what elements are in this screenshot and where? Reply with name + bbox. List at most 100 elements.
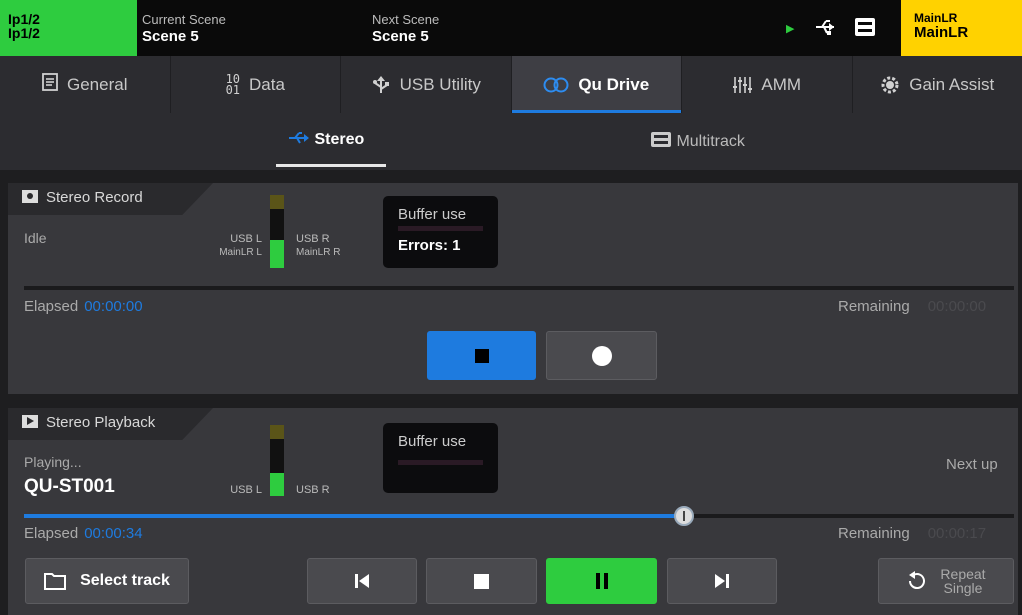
record-errors: Errors: 1 (398, 237, 461, 254)
next-up-label: Next up (946, 456, 998, 473)
record-meter-left-label1: USB L (230, 233, 262, 245)
subtab-multitrack[interactable]: Multitrack (650, 131, 745, 151)
tab-data[interactable]: 10 01 Data (171, 56, 341, 113)
record-meter-right-label1: USB R (296, 233, 330, 245)
record-meter-left (270, 195, 277, 268)
tab-usb-utility-label: USB Utility (399, 74, 481, 94)
record-status: Idle (24, 230, 47, 246)
repeat-icon (909, 571, 926, 590)
sub-tabs: Stereo Multitrack (0, 113, 1022, 170)
playback-meter-right-label: USB R (296, 484, 330, 496)
current-scene-label: Current Scene (142, 12, 226, 27)
skip-previous-icon (355, 574, 369, 588)
stereo-record-title: Stereo Record (46, 189, 143, 206)
playback-buffer-label: Buffer use (398, 433, 467, 450)
mix-indicator[interactable]: MainLR MainLR (901, 0, 1022, 56)
current-scene-value: Scene 5 (142, 28, 199, 45)
select-track-label: Select track (80, 572, 170, 589)
previous-track-button[interactable] (307, 558, 417, 604)
folder-icon (44, 573, 67, 590)
pause-icon (595, 573, 608, 589)
playback-meter-left-label: USB L (230, 484, 262, 496)
qu-drive-icon (543, 77, 569, 92)
layer-indicator[interactable]: Ip1/2 Ip1/2 (0, 0, 137, 56)
select-track-button[interactable]: Select track (25, 558, 189, 604)
document-icon (42, 73, 58, 96)
amm-icon (733, 76, 753, 93)
stereo-record-panel: Stereo Record Idle USB L MainLR L USB R … (8, 183, 1018, 394)
subtab-multitrack-label: Multitrack (676, 133, 745, 150)
repeat-label-line2: Single (943, 580, 983, 596)
stereo-playback-header: Stereo Playback (8, 408, 213, 440)
playback-elapsed: Elapsed 00:00:34 (24, 525, 143, 542)
playback-buffer-box: Buffer use (383, 423, 498, 493)
tab-amm-label: AMM (761, 74, 802, 94)
playback-remaining-label: Remaining (838, 525, 910, 542)
tab-data-label: Data (249, 74, 285, 94)
record-meter-right-label: USB R MainLR R (296, 233, 340, 259)
binary-icon: 10 01 (225, 71, 241, 97)
repeat-mode-button[interactable]: Repeat Single (878, 558, 1014, 604)
skip-next-icon (715, 574, 729, 588)
record-elapsed: Elapsed 00:00:00 (24, 298, 143, 315)
playback-progress-fill (24, 514, 684, 518)
layer-line-1: Ip1/2 (8, 11, 40, 27)
record-buffer-box: Buffer use Errors: 1 (383, 196, 498, 268)
tab-general-label: General (67, 74, 128, 94)
playback-remaining-time: 00:00:17 (927, 525, 987, 542)
tab-qu-drive-label: Qu Drive (578, 74, 650, 94)
play-indicator-icon: ▶ (786, 23, 795, 35)
playback-buffer-bar (398, 460, 483, 465)
record-meter-left-label: USB L MainLR L (218, 233, 262, 259)
record-stop-button[interactable] (427, 331, 536, 380)
record-elapsed-time: 00:00:00 (84, 298, 143, 315)
usb-icon (289, 132, 309, 144)
next-scene-label: Next Scene (372, 12, 440, 27)
playback-meter-left (270, 425, 277, 496)
record-meter-right (277, 195, 284, 268)
tab-amm[interactable]: AMM (682, 56, 853, 113)
playback-progress-thumb[interactable] (674, 506, 694, 526)
current-scene[interactable]: Current Scene Scene 5 (142, 12, 226, 46)
record-icon (591, 345, 612, 366)
playback-elapsed-label: Elapsed (24, 525, 79, 542)
tab-usb-utility[interactable]: USB Utility (341, 56, 512, 113)
play-box-icon (22, 415, 38, 428)
subtab-stereo-label: Stereo (314, 131, 365, 148)
stereo-playback-title: Stereo Playback (46, 414, 156, 431)
sd-card-icon (651, 132, 671, 147)
subtab-stereo[interactable]: Stereo (288, 131, 364, 149)
record-progress-track (24, 286, 1014, 290)
next-track-button[interactable] (667, 558, 777, 604)
tab-gain-assist-label: Gain Assist (909, 74, 995, 94)
stereo-playback-panel: Stereo Playback Playing... QU-ST001 USB … (8, 408, 1018, 615)
playback-track-name: QU-ST001 (24, 476, 115, 497)
tab-gain-assist[interactable]: Gain Assist (853, 56, 1022, 113)
record-buffer-label: Buffer use (398, 206, 467, 223)
playback-status: Playing... (24, 454, 82, 470)
playback-elapsed-time: 00:00:34 (84, 525, 143, 542)
tab-qu-drive[interactable]: Qu Drive (511, 56, 682, 113)
record-remaining: Remaining 00:00:00 (838, 298, 986, 315)
sd-card-icon (855, 18, 875, 36)
record-buffer-bar (398, 226, 483, 231)
record-elapsed-label: Elapsed (24, 298, 79, 315)
record-remaining-label: Remaining (838, 298, 910, 315)
playback-remaining: Remaining 00:00:17 (838, 525, 986, 542)
record-start-button[interactable] (546, 331, 657, 380)
record-remaining-time: 00:00:00 (927, 298, 987, 315)
record-meter-right-label2: MainLR R (296, 247, 341, 258)
next-scene[interactable]: Next Scene Scene 5 (372, 12, 439, 46)
tab-general[interactable]: General (0, 56, 171, 113)
usb-utility-icon (372, 75, 389, 93)
gain-assist-icon (881, 76, 899, 93)
stop-icon (474, 573, 489, 589)
pause-button[interactable] (546, 558, 657, 604)
subtab-active-underline (276, 164, 386, 167)
usb-icon (816, 20, 834, 35)
next-scene-value: Scene 5 (372, 28, 429, 45)
layer-line-2: Ip1/2 (8, 25, 40, 41)
repeat-mode-label: Repeat Single (940, 567, 985, 595)
playback-stop-button[interactable] (426, 558, 537, 604)
main-tabs: General 1001 Data USB Utility Qu Drive (0, 56, 1022, 113)
